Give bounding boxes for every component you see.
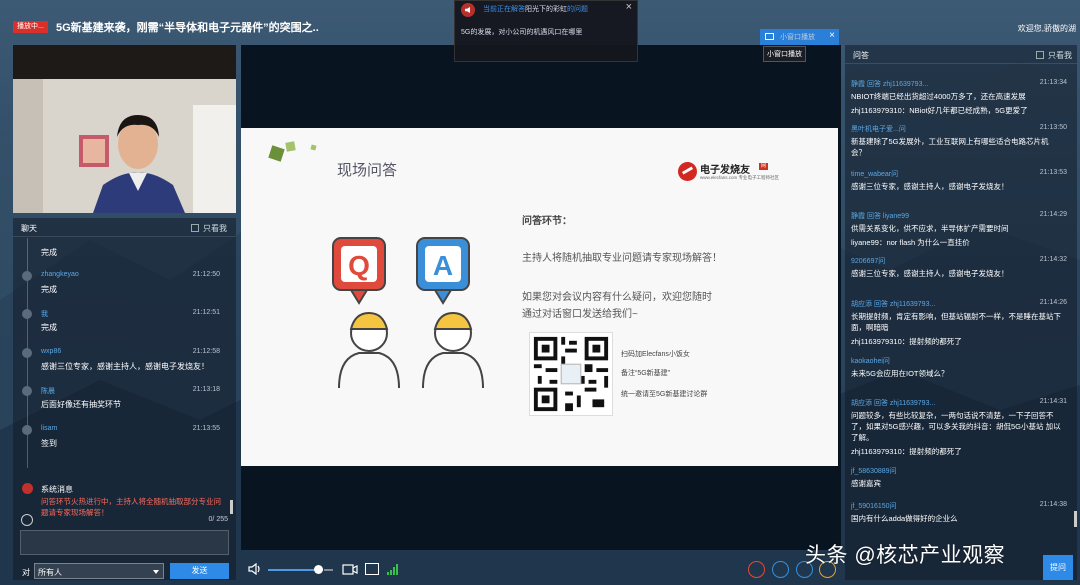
elecfans-logo-icon [678,162,697,181]
avatar [22,309,32,319]
qr-caption: 统一邀请至5G新基建讨论群 [621,391,708,398]
chat-message: wxp86 21:12:58 感谢三位专家，感谢主持人，感谢电子发烧友！ [13,346,236,384]
avatar [22,425,32,435]
chat-message: zhangkeyao 21:12:50 完成 [13,269,236,307]
chat-title: 聊天 [21,224,37,233]
only-self-label: 只看我 [203,224,227,233]
avatar [22,271,32,281]
qa-heading: 问答环节： [522,216,572,227]
decor-square [268,145,285,162]
system-bell-icon [22,483,33,494]
ask-question-button[interactable]: 提问 [1043,555,1073,580]
gift-icon[interactable] [748,561,765,578]
share-icon[interactable] [772,561,789,578]
emoji-icon[interactable] [21,514,33,526]
notice-title: 当前正在解答阳光下的彩虹的问题 [483,6,588,13]
live-title: 5G新基建来袭，刚需“半导体和电子元器件”的突围之.. [56,22,319,34]
only-self-label: 只看我 [1048,51,1072,60]
answering-notice: 当前正在解答阳光下的彩虹的问题 × 5G的发展，对小公司的机遇风口在哪里 [454,0,638,62]
mini-window-tab[interactable]: 小窗口播放 × [760,29,839,45]
source-watermark: 头条 @核芯产业观察 [805,544,1006,567]
screenshot-icon[interactable] [365,563,379,575]
qa-panel: 问答 只看我 静霞 回答 zhj11639793... 21:13:34 NBI… [845,45,1077,580]
live-status-badge: 播放中... [13,21,48,33]
presentation-slide: 现场问答 电子发烧友 网 www.elecfans.com 专业电子工程师社区 … [241,128,838,466]
char-count: 0/ 255 [208,516,228,523]
chat-scrollbar[interactable] [230,500,233,514]
qa-list[interactable]: 静霞 回答 zhj11639793... 21:13:34 NBIOT终端已经出… [845,66,1073,544]
a-letter: A [433,250,453,281]
recipient-label: 对 [22,568,30,577]
send-button[interactable]: 发送 [170,563,229,579]
only-self-checkbox[interactable] [191,224,199,232]
qa-paragraph: 如果您对会议内容有什么疑问，欢迎您随时 [522,292,712,303]
chat-message-list[interactable]: 完成 zhangkeyao 21:12:50 完成 我 21:12:51 完成 … [13,238,236,524]
close-icon[interactable]: × [626,1,632,13]
mini-window-tooltip: 小窗口播放 [763,46,806,62]
chat-message: 我 21:12:51 完成 [13,307,236,345]
chat-message: 陈晨 21:13:18 后面好像还有抽奖环节 [13,384,236,422]
qa-header: 问答 只看我 [845,45,1077,64]
system-message: 系统消息 问答环节火热进行中，主持人将全随机抽取部分专业问题请专家现场解答！ [13,482,236,522]
only-self-checkbox[interactable] [1036,51,1044,59]
avatar [22,348,32,358]
decor-square [285,141,296,152]
qa-paragraph: 通过对话窗口发送给我们~ [522,309,638,320]
qr-caption: 扫码加Elecfans小饭女 [621,351,690,358]
mini-window-label: 小窗口播放 [780,34,815,41]
recipient-select[interactable]: 所有人 [34,563,164,579]
speaker-camera [13,45,236,213]
signal-icon [387,564,398,575]
window-icon [765,33,774,40]
qa-illustration: Q A [332,237,484,389]
qa-scrollbar[interactable] [1074,511,1077,527]
speaker-icon [461,3,475,17]
logo-text: 电子发烧友 [700,165,750,176]
qa-paragraph: 主持人将随机抽取专业问题请专家现场解答！ [522,253,722,264]
q-letter: Q [348,250,370,281]
logo-badge: 网 [759,163,769,170]
camera-icon[interactable] [342,564,358,575]
avatar [22,386,32,396]
welcome-user: 欢迎您,骄傲的湖 [1017,24,1076,33]
qr-code [529,332,613,416]
video-stage: 现场问答 电子发烧友 网 www.elecfans.com 专业电子工程师社区 … [241,45,841,550]
speaker-video-frame [13,45,236,213]
chevron-down-icon [153,570,159,574]
chat-panel: 聊天 只看我 完成 zhangkeyao 21:12:50 完成 我 21:12… [13,218,236,580]
close-icon[interactable]: × [829,30,835,41]
chat-message: lisam 21:13:55 签到 [13,423,236,461]
notice-question: 5G的发展，对小公司的机遇风口在哪里 [461,29,583,36]
volume-slider-handle[interactable] [314,565,323,574]
qa-title: 问答 [853,51,869,60]
chat-input[interactable] [20,530,229,555]
qr-caption: 备注“5G新基建” [621,370,670,377]
decor-square [310,144,317,151]
volume-slider-track[interactable] [324,569,333,571]
logo-subtitle: www.elecfans.com 专业电子工程师社区 [700,175,780,180]
volume-icon[interactable] [248,563,262,575]
player-controls [241,555,841,585]
slide-title: 现场问答 [337,162,398,179]
chat-header: 聊天 只看我 [13,218,236,237]
